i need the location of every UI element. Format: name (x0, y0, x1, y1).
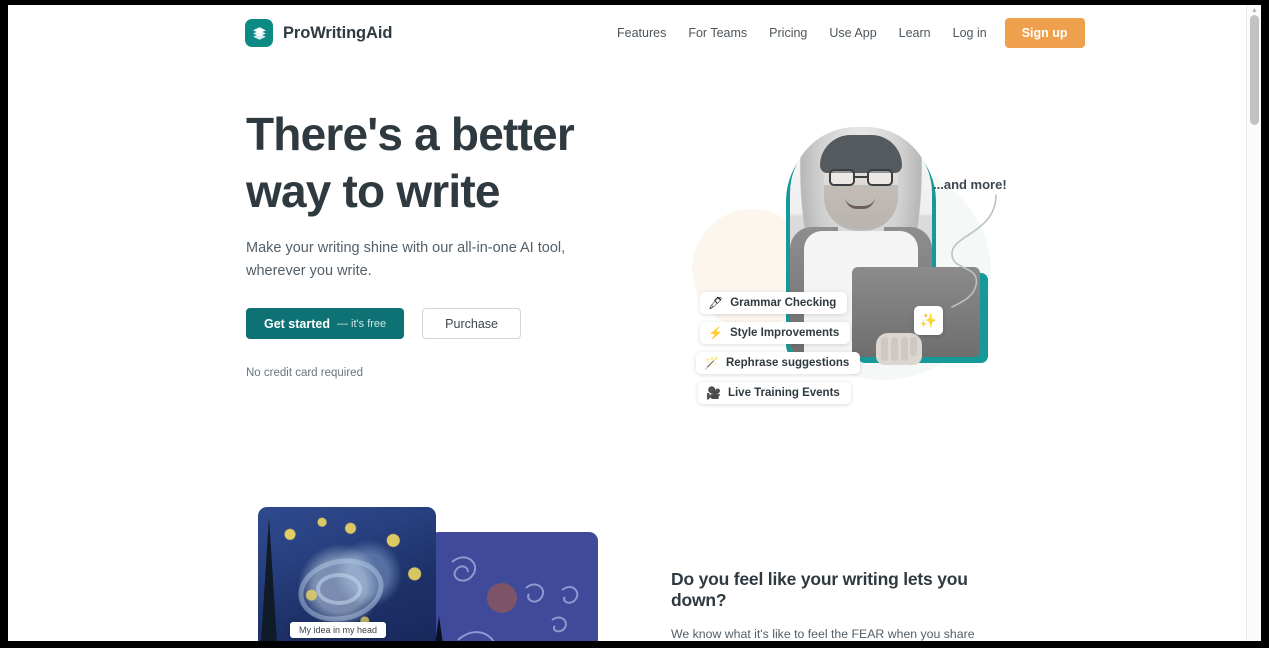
feature-pill-live-training-events[interactable]: 🎥 Live Training Events (698, 382, 851, 404)
nav-item-use-app[interactable]: Use App (818, 20, 887, 46)
simplified-painting-panel (430, 532, 598, 641)
and-more-label: ...and more! (933, 177, 1007, 192)
feature-pill-rephrase-suggestions[interactable]: 🪄 Rephrase suggestions (696, 352, 861, 374)
feature-pill-grammar-checking[interactable]: 🖋 Grammar Checking (700, 292, 848, 314)
purchase-button[interactable]: Purchase (422, 308, 521, 339)
vertical-scrollbar[interactable]: ▲ (1246, 5, 1261, 641)
hero-title: There's a better way to write (246, 108, 575, 217)
nav-item-log-in[interactable]: Log in (942, 20, 1001, 46)
brand-name: ProWritingAid (283, 23, 393, 42)
browser-viewport: ProWritingAid Features For Teams Pricing… (0, 0, 1269, 648)
sign-up-button[interactable]: Sign up (1004, 18, 1085, 48)
lower-section-title: Do you feel like your writing lets you d… (671, 569, 968, 610)
lower-section: My idea in my head Do you feel like your… (8, 461, 1246, 641)
feature-pill-label: Live Training Events (727, 387, 840, 399)
painting-cypress-tree (260, 517, 278, 641)
page-content: ProWritingAid Features For Teams Pricing… (8, 5, 1261, 641)
feature-pill-style-improvements[interactable]: ⚡ Style Improvements (700, 322, 851, 344)
nav-item-for-teams[interactable]: For Teams (677, 20, 758, 46)
lightning-bolt-icon: ⚡ (708, 326, 723, 340)
hair (820, 135, 902, 173)
scroll-up-arrow-icon[interactable]: ▲ (1247, 5, 1261, 15)
site-header: ProWritingAid Features For Teams Pricing… (8, 5, 1246, 61)
page-container: ProWritingAid Features For Teams Pricing… (8, 5, 1246, 641)
curly-arrow-icon (951, 194, 997, 308)
sparkle-badge: ✨ (914, 306, 943, 335)
stacked-pages-logo-icon (245, 19, 273, 47)
hand (876, 333, 922, 365)
main-navigation: Features For Teams Pricing Use App Learn… (606, 18, 1085, 48)
feature-pill-label: Style Improvements (729, 327, 840, 339)
painting-swirl-inner (316, 573, 362, 605)
feature-pill-label: Grammar Checking (730, 297, 837, 309)
brand-logo-link[interactable]: ProWritingAid (245, 19, 392, 47)
comparison-illustration: My idea in my head (248, 505, 598, 641)
hero-illustration: 🖋 Grammar Checking ⚡ Style Improvements … (668, 105, 1028, 435)
lower-copy: Do you feel like your writing lets you d… (671, 569, 1016, 641)
magic-wand-icon: 🪄 (704, 356, 719, 370)
get-started-suffix: — it's free (337, 317, 387, 330)
nav-item-learn[interactable]: Learn (888, 20, 942, 46)
lower-section-body: We know what it's like to feel the FEAR … (671, 627, 975, 641)
video-camera-icon: 🎥 (706, 386, 721, 400)
nav-item-features[interactable]: Features (606, 20, 677, 46)
quill-pen-icon: 🖋 (708, 296, 724, 310)
nav-item-pricing[interactable]: Pricing (758, 20, 818, 46)
hero-actions: Get started — it's free Purchase (246, 308, 636, 339)
hero-subtitle: Make your writing shine with our all-in-… (246, 240, 566, 279)
get-started-label: Get started (264, 316, 330, 331)
hero-section: There's a better way to write Make your … (8, 61, 1246, 461)
painting-caption: My idea in my head (290, 622, 387, 638)
starry-night-painting (258, 507, 436, 641)
viewport-bottom-edge (0, 641, 1269, 648)
get-started-button[interactable]: Get started — it's free (246, 308, 405, 339)
glasses-icon (829, 169, 893, 186)
sketch-swirls (451, 556, 579, 641)
hero-copy: There's a better way to write Make your … (246, 106, 636, 379)
feature-pill-label: Rephrase suggestions (725, 357, 850, 369)
no-credit-card-note: No credit card required (246, 367, 363, 379)
scrollbar-thumb[interactable] (1250, 15, 1259, 125)
sparkles-icon: ✨ (919, 312, 938, 328)
